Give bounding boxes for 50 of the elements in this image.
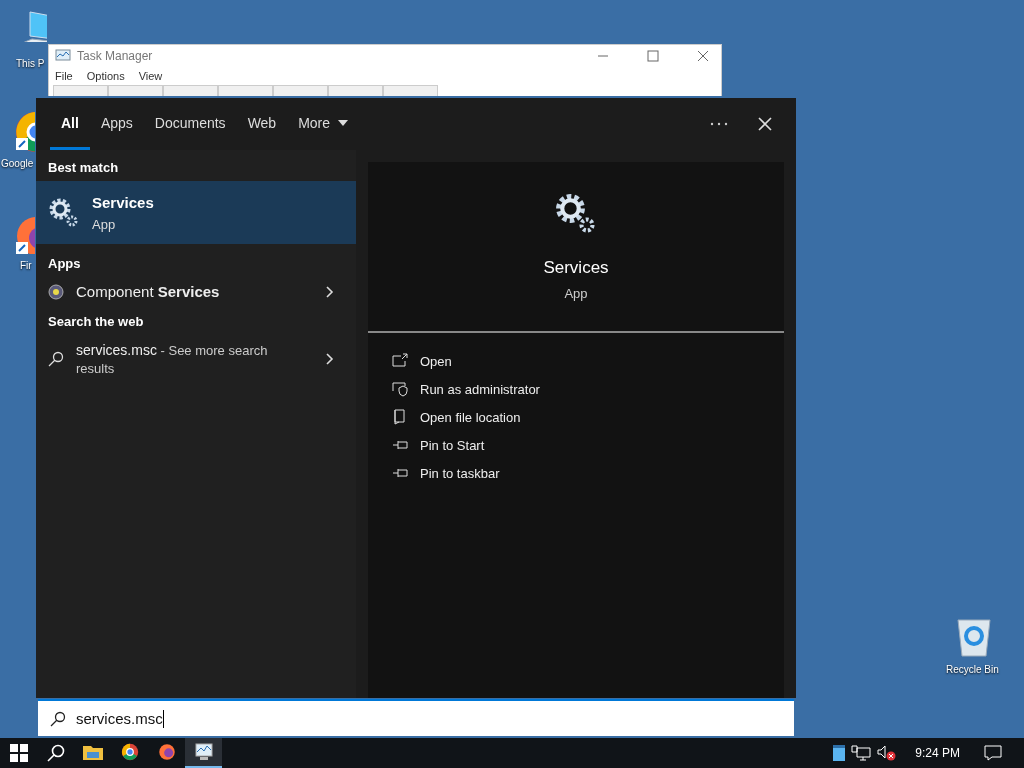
search-icon[interactable] xyxy=(47,744,65,762)
notification-icon[interactable] xyxy=(984,745,1002,761)
filter-tab[interactable]: Documents xyxy=(143,98,237,150)
chevron-right-icon[interactable] xyxy=(326,353,334,366)
app-type: App xyxy=(564,286,588,301)
best-match-item[interactable]: Services App xyxy=(36,181,356,244)
maximize-icon[interactable] xyxy=(647,50,659,62)
desktop-icon-label[interactable]: Google xyxy=(1,158,34,169)
open-window-icon xyxy=(392,353,408,369)
web-search-result[interactable]: services.msc - See more search results xyxy=(76,341,276,378)
app-type: App xyxy=(92,216,117,232)
shield-icon xyxy=(392,381,408,397)
gears-icon xyxy=(48,196,80,229)
search-field[interactable]: services.msc xyxy=(38,699,794,736)
search-icon xyxy=(48,351,64,368)
section-heading: Best match xyxy=(47,159,120,177)
menu-item[interactable]: File xyxy=(55,70,73,82)
more-options-icon[interactable] xyxy=(710,122,728,126)
section-heading: Apps xyxy=(47,255,82,273)
app-result[interactable]: Component Services xyxy=(76,283,220,300)
action-item[interactable]: Pin to taskbar xyxy=(420,465,500,481)
desktop-icon-label[interactable]: Fir xyxy=(20,260,32,271)
menu-item[interactable]: Options xyxy=(86,70,125,82)
close-icon[interactable] xyxy=(697,50,709,62)
action-item[interactable]: Pin to Start xyxy=(420,437,485,453)
clock[interactable]: 9:24 PM xyxy=(915,746,960,760)
volume-muted-icon[interactable] xyxy=(877,745,898,761)
app-name: Services xyxy=(543,258,609,278)
desktop-icon-label[interactable]: Recycle Bin xyxy=(946,664,999,675)
filter-tab[interactable]: Apps xyxy=(89,98,144,150)
action-item[interactable]: Open file location xyxy=(420,409,521,425)
chevron-right-icon[interactable] xyxy=(326,285,334,298)
section-heading: Search the web xyxy=(47,313,145,331)
windows-start-icon[interactable] xyxy=(10,744,28,762)
search-icon xyxy=(50,710,66,727)
caret-icon xyxy=(338,119,349,126)
filter-tab[interactable]: Web xyxy=(236,98,288,150)
app-name: Services xyxy=(92,193,154,211)
action-item[interactable]: Open xyxy=(420,353,452,369)
action-item[interactable]: Run as administrator xyxy=(420,381,540,397)
monitor-chart-icon[interactable] xyxy=(185,738,222,768)
monitor-chart-icon xyxy=(55,49,71,63)
component-icon xyxy=(48,283,64,300)
menu-item[interactable]: View xyxy=(138,70,163,82)
more-tab[interactable]: More xyxy=(287,98,360,150)
document-icon xyxy=(392,409,408,425)
window-title: Task Manager xyxy=(77,49,153,63)
desktop-icon-label[interactable]: This P xyxy=(16,58,45,69)
tablet-icon[interactable] xyxy=(833,745,846,761)
network-icon[interactable] xyxy=(851,745,872,761)
